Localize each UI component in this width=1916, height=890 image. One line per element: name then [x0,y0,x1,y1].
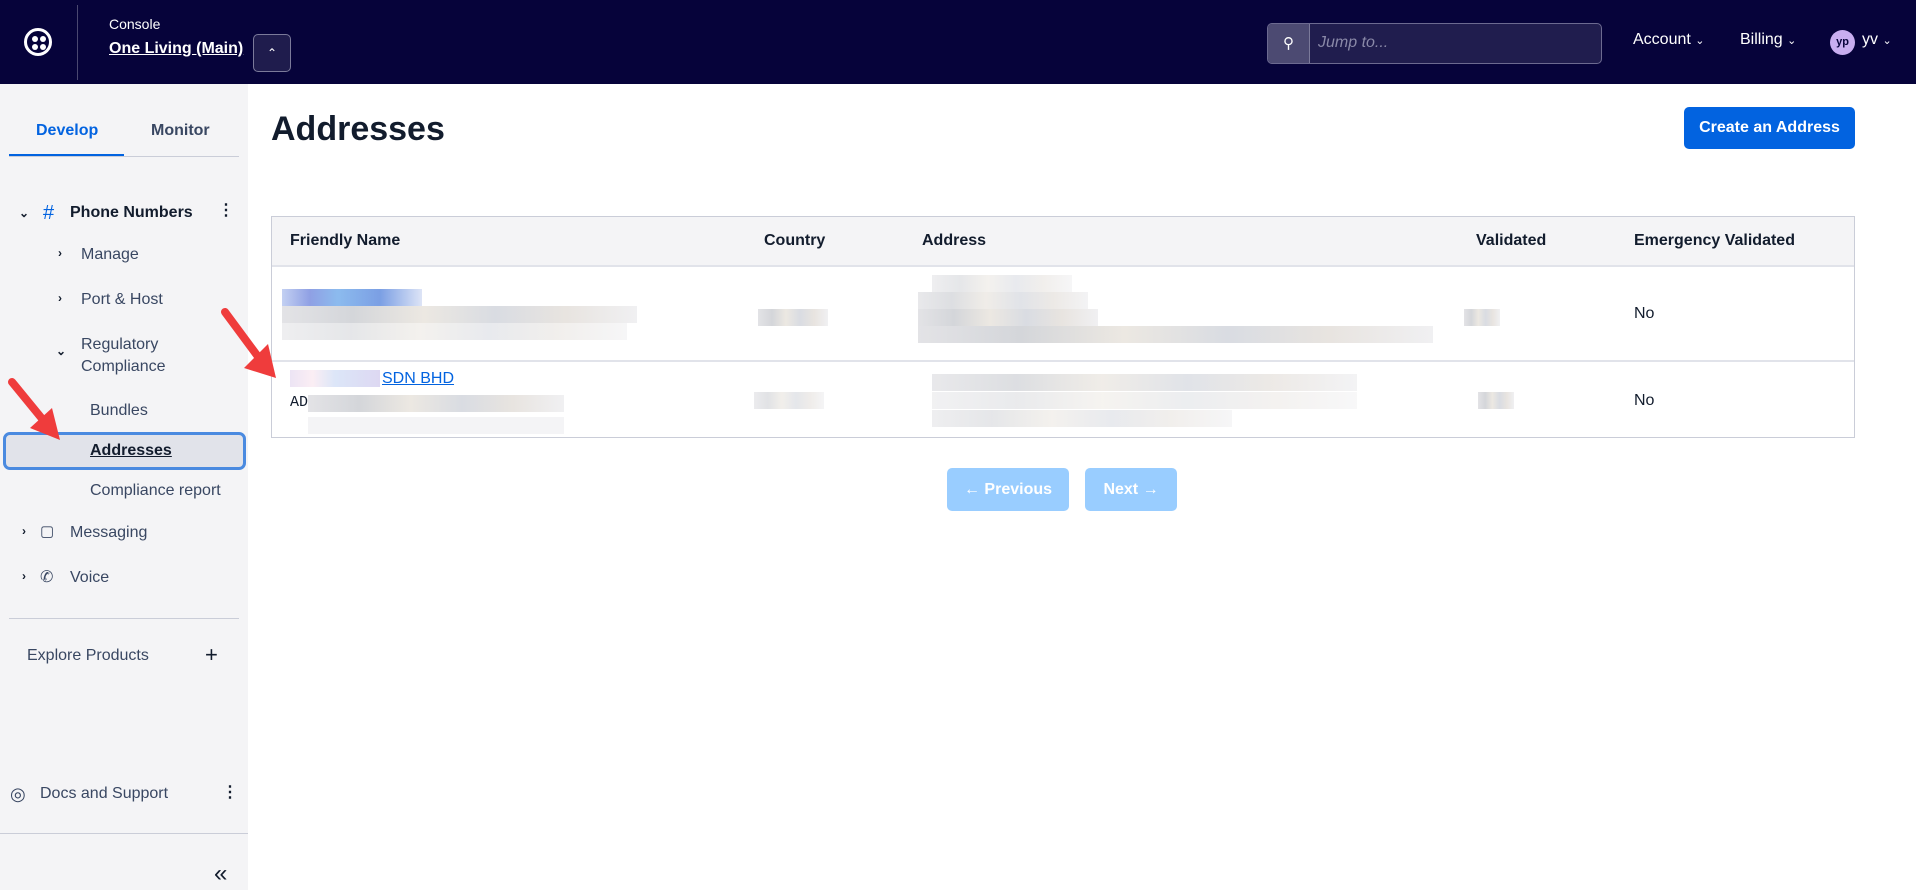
addresses-table: Friendly Name Country Address Validated … [271,216,1855,438]
redacted-text [282,306,637,323]
phone-icon: ✆ [40,569,54,586]
divider [77,5,78,80]
more-options-icon[interactable]: ⋮ [218,200,234,220]
more-options-icon[interactable]: ⋮ [222,782,238,802]
redacted-text [290,370,380,387]
hash-icon: # [43,202,55,224]
sidebar-item-port-host[interactable]: Port & Host [81,291,163,309]
chevron-right-icon[interactable]: › [58,246,62,260]
chevron-down-icon[interactable]: ⌄ [19,206,29,220]
next-page-button[interactable]: Next → [1085,468,1177,511]
redacted-address [918,326,1433,343]
account-label: Account [1633,31,1691,48]
console-label: Console [109,16,161,32]
jump-to-input[interactable] [1318,34,1588,52]
chevron-right-icon[interactable]: › [22,524,26,538]
redacted-text [308,417,564,434]
account-menu[interactable]: Account ⌄ [1633,31,1704,49]
billing-menu[interactable]: Billing ⌄ [1740,31,1796,49]
divider [9,618,239,619]
address-sid-prefix: AD [290,394,309,411]
table-header: Friendly Name Country Address Validated … [272,217,1854,267]
column-validated[interactable]: Validated [1476,232,1546,250]
table-row[interactable]: No [272,267,1854,362]
user-label: yv [1862,31,1878,48]
redacted-address [932,410,1232,427]
chevron-down-icon: ⌄ [1882,35,1892,47]
column-country[interactable]: Country [764,232,825,250]
avatar[interactable]: yp [1830,30,1855,55]
sidebar-item-voice[interactable]: Voice [70,569,109,587]
chat-icon: ▢ [40,523,55,540]
column-friendly-name[interactable]: Friendly Name [290,232,400,250]
account-switcher-button[interactable]: ⌃ [253,34,291,72]
chevron-right-icon[interactable]: › [22,569,26,583]
twilio-logo-icon[interactable] [24,28,52,56]
redacted-country [758,309,828,326]
redacted-address [932,392,1357,409]
redacted-country [754,392,824,409]
sidebar-item-manage[interactable]: Manage [81,246,139,264]
divider [0,833,248,834]
redacted-name-link[interactable] [282,289,422,306]
emergency-validated-value: No [1634,305,1655,322]
user-menu[interactable]: yv ⌄ [1862,31,1892,49]
divider [9,156,239,157]
chevron-right-icon[interactable]: › [58,291,62,305]
plus-icon[interactable]: + [205,642,218,668]
top-bar: Console One Living (Main) ⌃ ⚲ Account ⌄ … [0,0,1916,84]
chevron-down-icon[interactable]: ⌄ [56,344,66,358]
column-address[interactable]: Address [922,232,986,250]
redacted-address [932,275,1072,292]
docs-and-support-link[interactable]: Docs and Support [40,785,168,803]
redacted-address [918,292,1088,309]
sidebar: Develop Monitor ⌄ # Phone Numbers ⋮ › Ma… [0,84,248,890]
sidebar-item-bundles[interactable]: Bundles [90,402,148,420]
collapse-sidebar-icon[interactable]: « [214,860,227,888]
page-title: Addresses [271,110,445,148]
emergency-validated-value: No [1634,392,1655,409]
tab-develop[interactable]: Develop [36,122,98,140]
sidebar-item-addresses[interactable]: Addresses [90,442,172,460]
explore-products-link[interactable]: Explore Products [27,647,149,665]
annotation-arrow-icon [8,378,60,440]
create-address-button[interactable]: Create an Address [1684,107,1855,149]
column-emergency-validated[interactable]: Emergency Validated [1634,232,1795,250]
sidebar-item-messaging[interactable]: Messaging [70,524,147,542]
search-icon[interactable]: ⚲ [1268,24,1310,63]
previous-page-button[interactable]: ← Previous [947,468,1069,511]
lifebuoy-icon: ◎ [10,784,26,804]
search-box[interactable]: ⚲ [1267,23,1602,64]
tab-monitor[interactable]: Monitor [151,122,210,140]
billing-label: Billing [1740,31,1783,48]
table-row[interactable]: SDN BHD AD No [272,362,1854,439]
redacted-address [932,374,1357,391]
redacted-text [282,323,627,340]
sidebar-item-regulatory-compliance[interactable]: Regulatory Compliance [81,334,201,378]
redacted-validated [1478,392,1514,409]
account-name-link[interactable]: One Living (Main) [109,40,243,58]
sidebar-item-compliance-report[interactable]: Compliance report [90,482,221,500]
chevron-down-icon: ⌄ [1787,35,1797,47]
chevron-down-icon: ⌄ [1695,35,1705,47]
sidebar-item-phone-numbers[interactable]: Phone Numbers [70,204,193,222]
redacted-validated [1464,309,1500,326]
redacted-address [918,309,1098,326]
annotation-arrow-icon [221,308,276,378]
redacted-sid [308,395,564,412]
address-name-link[interactable]: SDN BHD [382,370,454,388]
